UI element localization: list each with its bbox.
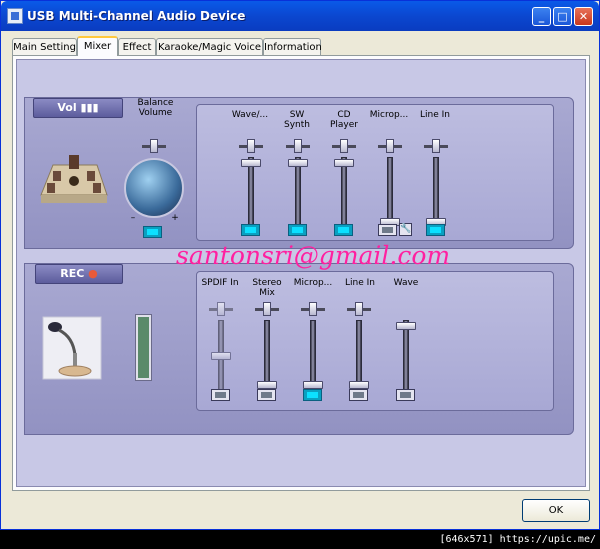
record-select-button[interactable]: [303, 389, 322, 401]
playback-mute-button[interactable]: [334, 224, 353, 236]
tab-main-setting[interactable]: Main Setting: [12, 38, 77, 55]
record-volume-slider[interactable]: [394, 314, 418, 398]
title-bar[interactable]: USB Multi-Channel Audio Device _ □ ✕: [1, 1, 599, 31]
playback-channel-label: SW Synth: [284, 110, 310, 130]
volume-bars-icon: ▮▮▮: [80, 101, 99, 114]
balance-volume-label: Balance Volume: [137, 98, 174, 118]
vol-tag-label: Vol: [57, 101, 77, 114]
record-channel-label: SPDIF In: [201, 278, 239, 288]
playback-volume-slider[interactable]: [286, 151, 310, 235]
app-icon[interactable]: [7, 8, 23, 24]
record-channel-label: Microp...: [293, 278, 333, 288]
tab-mixer[interactable]: Mixer: [77, 36, 118, 56]
tab-information[interactable]: Information: [263, 38, 322, 55]
record-dot-icon: ●: [88, 267, 98, 280]
minus-icon: –: [130, 213, 136, 223]
playback-mute-button[interactable]: [426, 224, 445, 236]
window-title: USB Multi-Channel Audio Device: [27, 9, 246, 23]
close-button[interactable]: ✕: [574, 7, 593, 26]
advanced-tool-icon[interactable]: 🔧: [399, 223, 412, 236]
playback-volume-slider[interactable]: [332, 151, 356, 235]
playback-channel-label: CD Player: [329, 110, 358, 130]
record-channel-label: Stereo Mix: [252, 278, 282, 298]
ok-button[interactable]: OK: [522, 499, 590, 522]
record-channel-label: Wave: [393, 278, 419, 288]
master-mute-button[interactable]: [143, 226, 162, 238]
playback-volume-slider[interactable]: [239, 151, 263, 235]
tab-karaoke-magic-voice[interactable]: Karaoke/Magic Voice: [156, 38, 263, 55]
tab-effect[interactable]: Effect: [118, 38, 156, 55]
balance-slider[interactable]: [142, 139, 166, 153]
speaker-room-icon: [39, 149, 109, 207]
maximize-icon: □: [557, 10, 568, 23]
record-select-button[interactable]: [396, 389, 415, 401]
record-level-meter: [136, 315, 151, 380]
maximize-button[interactable]: □: [553, 7, 572, 26]
app-window: USB Multi-Channel Audio Device _ □ ✕ Mai…: [0, 0, 600, 530]
close-icon: ✕: [578, 10, 589, 23]
record-select-button[interactable]: [257, 389, 276, 401]
minimize-icon: _: [538, 10, 545, 23]
playback-mute-button[interactable]: [241, 224, 260, 236]
record-channel-label: Line In: [345, 278, 375, 288]
record-volume-slider[interactable]: [255, 314, 279, 398]
playback-channel-label: Line In: [420, 110, 450, 120]
vol-tag: Vol ▮▮▮: [33, 98, 123, 118]
playback-channel-label: Wave/...: [231, 110, 269, 120]
record-volume-slider[interactable]: [209, 314, 233, 398]
master-volume-knob[interactable]: [124, 158, 184, 218]
minimize-button[interactable]: _: [532, 7, 551, 26]
record-select-button[interactable]: [211, 389, 230, 401]
playback-volume-slider[interactable]: [424, 151, 448, 235]
record-volume-slider[interactable]: [301, 314, 325, 398]
image-host-caption: [646x571] https://upic.me/: [0, 530, 600, 549]
playback-mute-button[interactable]: [378, 224, 397, 236]
playback-channel-label: Microp...: [369, 110, 409, 120]
plus-icon: +: [171, 213, 179, 223]
record-select-button[interactable]: [349, 389, 368, 401]
rec-tag-label: REC: [60, 267, 85, 280]
watermark-text: santonsri@gmail.com: [176, 241, 451, 270]
rec-tag: REC ●: [35, 264, 123, 284]
record-volume-slider[interactable]: [347, 314, 371, 398]
microphone-icon: [41, 315, 103, 381]
playback-mute-button[interactable]: [288, 224, 307, 236]
